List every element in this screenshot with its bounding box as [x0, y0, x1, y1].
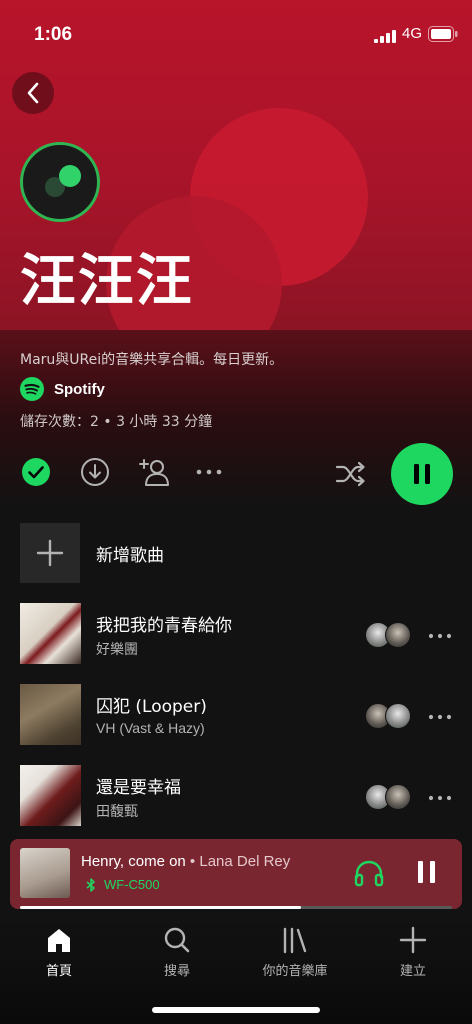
playback-progress[interactable]	[20, 906, 452, 909]
shuffle-icon	[335, 461, 365, 487]
chevron-left-icon	[27, 82, 39, 104]
playlist-title: 汪汪汪	[20, 249, 194, 314]
track-title: 還是要幸福	[96, 778, 181, 798]
pause-icon	[414, 464, 430, 484]
mini-pause-button[interactable]	[415, 859, 439, 889]
contributor-avatars	[365, 622, 413, 648]
back-button[interactable]	[12, 72, 54, 114]
track-artist: 田馥甄	[96, 803, 138, 819]
battery-icon	[428, 26, 458, 42]
bluetooth-icon	[86, 877, 95, 892]
shuffle-button[interactable]	[334, 457, 368, 491]
saved-button[interactable]	[20, 456, 52, 488]
contributor-avatars	[365, 784, 413, 810]
network-type: 4G	[402, 25, 423, 42]
connected-device[interactable]: WF-C500	[86, 877, 160, 892]
home-icon	[48, 929, 70, 952]
avatar	[385, 703, 411, 729]
track-row[interactable]: 我把我的青春給你 好樂團	[20, 603, 460, 665]
invite-button[interactable]	[136, 454, 172, 490]
pause-button[interactable]	[391, 443, 453, 505]
avatar	[385, 622, 411, 648]
track-row[interactable]: 還是要幸福 田馥甄	[20, 765, 460, 827]
track-title: 我把我的青春給你	[96, 616, 232, 636]
now-playing-track: Henry, come on	[81, 853, 186, 870]
plus-icon	[399, 926, 427, 954]
track-artist: VH (Vast & Hazy)	[96, 720, 205, 736]
owner-name: Spotify	[54, 380, 105, 398]
status-bar: 1:06 4G	[0, 0, 472, 68]
headphones-icon	[354, 860, 384, 887]
library-icon	[283, 927, 307, 954]
playlist-owner[interactable]: Spotify	[20, 377, 105, 401]
tab-library[interactable]: 你的音樂庫	[250, 926, 340, 979]
pause-icon	[418, 861, 435, 883]
track-artist: 好樂團	[96, 641, 138, 657]
add-song-button[interactable]	[20, 523, 80, 583]
track-row[interactable]: 囚犯 (Looper) VH (Vast & Hazy)	[20, 684, 460, 746]
album-art	[20, 765, 81, 826]
mini-player[interactable]: Henry, come on • Lana Del Rey WF-C500	[10, 839, 462, 909]
more-options-button[interactable]	[193, 460, 225, 484]
avatar	[385, 784, 411, 810]
home-indicator	[152, 1007, 320, 1013]
tab-search[interactable]: 搜尋	[132, 926, 222, 979]
more-icon	[196, 469, 222, 475]
add-song-label: 新增歌曲	[96, 545, 164, 566]
device-name: WF-C500	[104, 877, 160, 892]
download-button[interactable]	[79, 456, 111, 488]
more-icon	[428, 795, 452, 801]
track-more-button[interactable]	[428, 623, 452, 644]
playlist-meta: 儲存次數：2 • 3 小時 33 分鐘	[20, 414, 213, 430]
status-time: 1:06	[34, 24, 73, 45]
contributor-avatars	[365, 703, 413, 729]
search-icon	[164, 927, 190, 953]
signal-icon	[374, 30, 396, 43]
tab-label: 搜尋	[163, 964, 190, 979]
check-circle-icon	[22, 458, 50, 486]
blend-logo	[20, 142, 100, 222]
tab-label: 你的音樂庫	[262, 964, 328, 979]
download-icon	[81, 458, 109, 486]
album-art	[20, 603, 81, 664]
tab-home[interactable]: 首頁	[14, 926, 104, 979]
now-playing-separator: •	[185, 853, 200, 870]
now-playing-art	[20, 848, 70, 898]
tab-label: 建立	[399, 964, 426, 979]
tab-label: 首頁	[45, 964, 72, 979]
add-user-icon	[139, 459, 169, 486]
track-title: 囚犯 (Looper)	[96, 697, 207, 717]
more-icon	[428, 714, 452, 720]
track-more-button[interactable]	[428, 785, 452, 806]
tab-create[interactable]: 建立	[368, 926, 458, 979]
more-icon	[428, 633, 452, 639]
playlist-description: Maru與URei的音樂共享合輯。每日更新。	[20, 352, 284, 368]
device-picker-button[interactable]	[353, 858, 385, 892]
playback-progress-fill	[20, 906, 301, 909]
plus-icon	[36, 539, 64, 567]
track-more-button[interactable]	[428, 704, 452, 725]
add-song-row[interactable]: 新增歌曲	[20, 523, 460, 583]
now-playing-title: Henry, come on • Lana Del Rey	[81, 853, 290, 870]
spotify-icon	[20, 377, 44, 401]
album-art	[20, 684, 81, 745]
now-playing-artist: Lana Del Rey	[199, 853, 291, 870]
